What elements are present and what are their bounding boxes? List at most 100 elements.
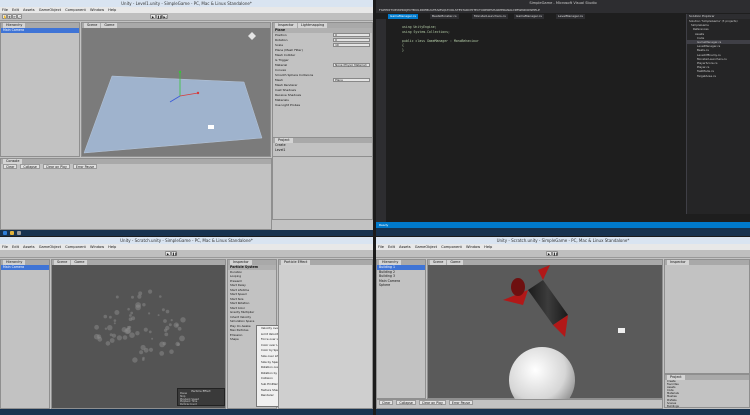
particle-effect-panel: Particle Effect Pause Stop Playback Speed P…: [177, 388, 225, 406]
tab-particle-editor[interactable]: Particle Effect: [281, 260, 311, 265]
inspector-value[interactable]: None (Physic Material): [333, 63, 370, 67]
hierarchy-item[interactable]: Main Camera: [1, 28, 79, 33]
console-button[interactable]: Error Pause: [72, 164, 98, 169]
inspector-value[interactable]: 0: [333, 38, 370, 42]
particle: [161, 308, 165, 312]
menu-item-edit[interactable]: Edit: [12, 8, 19, 12]
hierarchy-item[interactable]: Main Camera: [1, 265, 49, 270]
menu-item-component[interactable]: Component: [441, 245, 462, 249]
menu-item-project[interactable]: PROJECT: [400, 8, 413, 12]
inspector-value[interactable]: Plane: [333, 78, 370, 82]
inspector-value[interactable]: 0: [333, 33, 370, 37]
particle: [135, 302, 141, 308]
menu-item-debug[interactable]: DEBUG: [422, 8, 433, 12]
menu-item-test[interactable]: TEST: [457, 8, 464, 12]
start-icon[interactable]: [3, 231, 7, 235]
console-button[interactable]: Clear: [3, 164, 18, 169]
particle: [109, 315, 112, 319]
menu-item-window[interactable]: Window: [90, 8, 104, 12]
scene-gizmo-icon[interactable]: [248, 32, 256, 40]
particle-effect-row[interactable]: Particle Count: [178, 403, 224, 407]
editor-tab[interactable]: GameManager.cs: [514, 14, 544, 19]
menu-item-help[interactable]: Help: [484, 245, 492, 249]
hierarchy-item[interactable]: Sphere: [377, 283, 425, 288]
inspector-value[interactable]: 10: [333, 43, 370, 47]
scene-viewport[interactable]: [82, 28, 272, 158]
scene-viewport[interactable]: [428, 265, 664, 400]
console-button[interactable]: Clear on Play: [418, 400, 446, 405]
menu-item-edit[interactable]: Edit: [12, 245, 19, 249]
console-button[interactable]: Collapse: [20, 164, 40, 169]
particle: [162, 341, 167, 346]
menu-item-assets[interactable]: Assets: [23, 245, 35, 249]
menu-item-gameobject[interactable]: GameObject: [39, 8, 61, 12]
particle: [115, 295, 119, 299]
particle: [177, 326, 182, 331]
console-button[interactable]: Collapse: [396, 400, 416, 405]
editor-tab[interactable]: BeatsMonster.cs: [430, 14, 459, 19]
project-item[interactable]: Buildings: [665, 405, 749, 408]
console-button[interactable]: Clear on Play: [42, 164, 70, 169]
particle: [107, 325, 113, 331]
editor-tab[interactable]: MonsterLaunchers.cs: [472, 14, 508, 19]
menu-item-analyze[interactable]: ANALYZE: [505, 8, 518, 12]
code-editor[interactable]: using UnityEngine; using System.Collectio…: [388, 22, 683, 207]
menu-item-window[interactable]: Window: [466, 245, 480, 249]
menu-item-gameobject[interactable]: GameObject: [415, 245, 437, 249]
camera-gizmo-icon[interactable]: [618, 328, 625, 333]
unity-icon[interactable]: [17, 231, 21, 235]
menu-item-window[interactable]: Window: [90, 245, 104, 249]
menu-item-view[interactable]: VIEW: [392, 8, 400, 12]
particle: [113, 322, 116, 325]
menu-item-gameobject[interactable]: GameObject: [39, 245, 61, 249]
scale-tool-button[interactable]: ⤢: [17, 14, 22, 19]
menu-item-component[interactable]: Component: [65, 8, 86, 12]
menu-item-team[interactable]: TEAM: [433, 8, 441, 12]
explorer-icon[interactable]: [10, 231, 14, 235]
menu-item-edit[interactable]: Edit: [388, 245, 395, 249]
editor-tab[interactable]: LevelManager.cs: [556, 14, 585, 19]
particle-editor-panel: Particle Effect: [278, 259, 373, 409]
particle: [132, 357, 138, 363]
rocket-model[interactable]: [503, 265, 568, 337]
menu-item-help[interactable]: HELP: [532, 8, 540, 12]
sphere-model[interactable]: [509, 347, 575, 400]
code-line[interactable]: }: [402, 48, 683, 53]
menu-item-help[interactable]: Help: [108, 8, 116, 12]
particle: [148, 330, 152, 334]
console-button[interactable]: Error Pause: [448, 400, 474, 405]
unity-window-bottom-left: Unity - Scratch.unity - SimpleGame - PC,…: [0, 237, 373, 415]
project-item[interactable]: Level1: [273, 148, 372, 153]
plane-mesh[interactable]: [83, 75, 263, 154]
tab-inspector[interactable]: Inspector: [667, 260, 689, 265]
menu-item-file[interactable]: File: [2, 8, 8, 12]
menu-item-help[interactable]: Help: [108, 245, 116, 249]
pause-button[interactable]: ❚❚: [552, 251, 558, 256]
step-button[interactable]: ▶|: [162, 14, 168, 19]
pause-button[interactable]: ❚❚: [171, 251, 177, 256]
particle: [148, 312, 151, 315]
camera-gizmo-icon[interactable]: [208, 125, 214, 129]
menu-item-file[interactable]: File: [2, 245, 8, 249]
window-title: Unity - Scratch.unity - SimpleGame - PC,…: [376, 237, 750, 244]
particle: [125, 327, 132, 334]
menu-item-window[interactable]: WINDOW: [518, 8, 532, 12]
particle: [179, 335, 185, 342]
menu-item-assets[interactable]: Assets: [399, 245, 411, 249]
inspector-row[interactable]: Use Light Probes: [273, 103, 372, 108]
menu-item-file[interactable]: File: [378, 245, 384, 249]
menu-item-component[interactable]: Component: [65, 245, 86, 249]
vs-left-dock: [376, 19, 386, 222]
menu-item-architecture[interactable]: ARCHITECTURE: [464, 8, 487, 12]
menu-item-assets[interactable]: Assets: [23, 8, 35, 12]
particle: [129, 314, 132, 317]
solution-item[interactable]: TargetArea.cs: [687, 74, 750, 78]
tab-lightmapping[interactable]: Lightmapping: [297, 23, 328, 28]
menu-item-build[interactable]: BUILD: [413, 8, 422, 12]
particle: [94, 324, 99, 330]
menu-item-resharper[interactable]: RESHARPER: [487, 8, 505, 12]
console-button[interactable]: Clear: [379, 400, 394, 405]
menu-item-tools[interactable]: TOOLS: [447, 8, 457, 12]
visual-studio-window: SimpleGame - Microsoft Visual Studio FIL…: [376, 0, 750, 236]
editor-tab[interactable]: GameManager.cs: [388, 14, 418, 19]
